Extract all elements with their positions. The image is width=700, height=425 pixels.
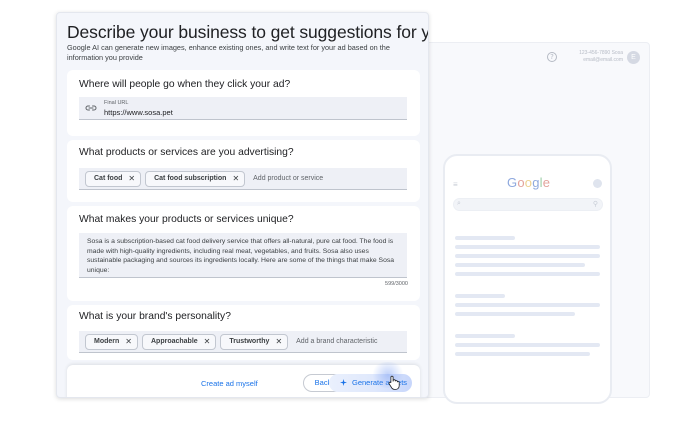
search-engine-logo: Google	[507, 175, 550, 190]
mic-icon: ⚲	[592, 201, 598, 208]
avatar: E	[627, 51, 640, 64]
chip-label: Trustworthy	[229, 338, 270, 345]
character-counter: 599/3000	[385, 281, 408, 287]
phone-search-bar: ⌕ ⚲	[453, 198, 603, 211]
hand-cursor-icon	[388, 375, 400, 390]
personality-chip-field[interactable]: Modern ✕ Approachable ✕ Trustworthy ✕ Add a…	[79, 331, 407, 353]
destination-card: Where will people go when they click you…	[67, 70, 420, 136]
placeholder-line	[455, 352, 590, 356]
logo-letter: g	[532, 175, 540, 190]
account-email: email@email.com	[583, 57, 623, 63]
placeholder-line	[455, 263, 585, 267]
chip-label: Cat food subscription	[154, 175, 227, 182]
logo-letter: o	[517, 175, 525, 190]
add-characteristic-input[interactable]: Add a brand characteristic	[296, 338, 377, 345]
page-title: Describe your business to get suggestion…	[67, 22, 428, 42]
final-url-value: https://www.sosa.pet	[104, 108, 173, 117]
phone-preview: ≡ Google ⌕ ⚲	[443, 154, 612, 404]
create-ad-myself-button[interactable]: Create ad myself	[201, 379, 258, 388]
sparkle-icon	[340, 379, 347, 386]
placeholder-line	[455, 236, 515, 240]
close-icon[interactable]: ✕	[128, 174, 135, 183]
account-info: 123-456-7890 Sosa email@email.com	[567, 50, 623, 64]
final-url-input[interactable]: Final URL https://www.sosa.pet	[79, 97, 407, 120]
add-product-input[interactable]: Add product or service	[253, 175, 323, 182]
chip-label: Cat food	[94, 175, 123, 182]
products-card: What products or services are you advert…	[67, 140, 420, 202]
page-description: Google AI can generate new images, enhan…	[67, 43, 390, 62]
product-chip[interactable]: Cat food ✕	[85, 170, 142, 187]
personality-chip[interactable]: Trustworthy ✕	[220, 333, 289, 350]
close-icon[interactable]: ✕	[275, 337, 282, 346]
action-footer: Create ad myself Back Generate assets	[67, 365, 420, 397]
personality-chip[interactable]: Approachable ✕	[141, 333, 217, 350]
unique-textarea[interactable]: Sosa is a subscription-based cat food de…	[79, 233, 407, 278]
logo-letter: e	[542, 175, 551, 190]
placeholder-line	[455, 245, 600, 249]
placeholder-line	[455, 312, 575, 316]
account-phone: 123-456-7890 Sosa	[579, 50, 623, 56]
help-icon: ?	[547, 52, 557, 62]
products-chip-field[interactable]: Cat food ✕ Cat food subscription ✕ Add pro…	[79, 168, 407, 190]
link-icon	[85, 105, 97, 111]
business-description-panel: Describe your business to get suggestion…	[56, 12, 429, 398]
placeholder-line	[455, 343, 600, 347]
search-icon: ⌕	[457, 200, 461, 207]
personality-chip[interactable]: Modern ✕	[85, 333, 138, 350]
chip-label: Approachable	[150, 338, 198, 345]
unique-question: What makes your products or services uni…	[79, 214, 294, 225]
close-icon[interactable]: ✕	[125, 337, 132, 346]
unique-card: What makes your products or services uni…	[67, 206, 420, 301]
personality-question: What is your brand's personality?	[79, 311, 231, 322]
final-url-label: Final URL	[104, 100, 129, 106]
menu-icon: ≡	[453, 180, 458, 189]
logo-letter: G	[507, 175, 518, 190]
placeholder-line	[455, 303, 600, 307]
placeholder-line	[455, 272, 600, 276]
placeholder-line	[455, 334, 515, 338]
destination-question: Where will people go when they click you…	[79, 79, 291, 90]
product-chip[interactable]: Cat food subscription ✕	[145, 170, 246, 187]
products-question: What products or services are you advert…	[79, 147, 294, 158]
placeholder-line	[455, 294, 505, 298]
chip-label: Modern	[94, 338, 120, 345]
placeholder-line	[455, 254, 600, 258]
close-icon[interactable]: ✕	[204, 337, 211, 346]
close-icon[interactable]: ✕	[232, 174, 239, 183]
personality-card: What is your brand's personality? Modern…	[67, 305, 420, 360]
profile-dot	[593, 179, 602, 188]
